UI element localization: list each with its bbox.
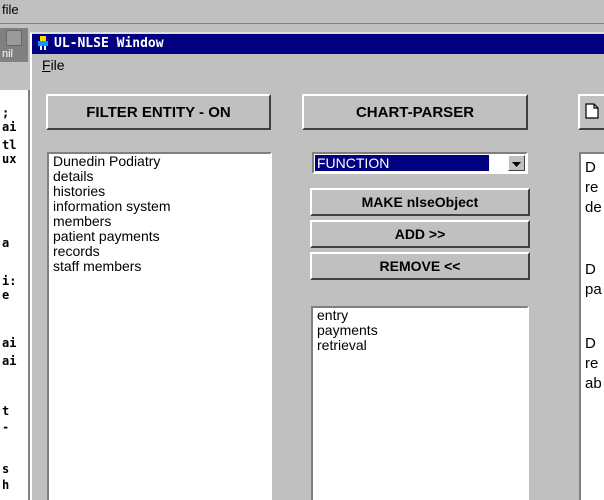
background-menubar: file <box>0 0 604 24</box>
chart-parser-button[interactable]: CHART-PARSER <box>302 94 528 130</box>
menu-file-mnemonic: F <box>42 57 51 73</box>
list-item[interactable]: records <box>53 244 270 259</box>
list-item[interactable]: payments <box>317 323 527 338</box>
menu-file-label: ile <box>50 57 65 73</box>
menu-file[interactable]: File <box>42 57 65 73</box>
background-text-fragment: t <box>2 404 10 418</box>
window-title: UL-NLSE Window <box>54 36 164 51</box>
list-item[interactable]: patient payments <box>53 229 270 244</box>
description-line: pa <box>585 281 602 298</box>
description-line: D <box>585 261 596 278</box>
title-bar[interactable]: UL-NLSE Window <box>32 34 604 54</box>
background-text-fragment: a <box>2 236 10 250</box>
description-line: D <box>585 335 596 352</box>
background-tab-icon[interactable] <box>6 30 22 46</box>
background-text-fragment: ; <box>2 106 10 120</box>
background-text-fragment: e <box>2 288 10 302</box>
list-item[interactable]: histories <box>53 184 270 199</box>
description-paragraph: D re de <box>585 158 604 218</box>
description-panel[interactable]: D re de D pa D re ab <box>579 152 604 500</box>
list-item[interactable]: Dunedin Podiatry <box>53 154 270 169</box>
list-item[interactable]: details <box>53 169 270 184</box>
list-item[interactable]: staff members <box>53 259 270 274</box>
document-icon <box>585 102 599 122</box>
app-icon[interactable] <box>36 36 50 50</box>
nlse-window: UL-NLSE Window File FILTER ENTITY - ON C… <box>30 32 604 500</box>
list-item[interactable]: information system <box>53 199 270 214</box>
description-line: ab <box>585 375 602 392</box>
description-line: D <box>585 159 596 176</box>
entity-list[interactable]: Dunedin Podiatry details histories infor… <box>47 152 272 500</box>
description-line: re <box>585 355 599 372</box>
document-button[interactable] <box>578 94 604 130</box>
background-text-fragment: s <box>2 462 10 476</box>
background-text-fragment: i: <box>2 274 17 288</box>
chevron-down-icon <box>512 155 521 171</box>
remove-button[interactable]: REMOVE << <box>310 252 530 280</box>
list-item[interactable]: entry <box>317 308 527 323</box>
filter-entity-button[interactable]: FILTER ENTITY - ON <box>46 94 271 130</box>
background-text-fragment: ai <box>2 336 17 350</box>
description-paragraph: D pa <box>585 260 604 300</box>
background-text-fragment: tl <box>2 138 17 152</box>
function-select-value[interactable]: FUNCTION <box>314 154 490 172</box>
background-text-fragment: ux <box>2 152 17 166</box>
background-text-fragment: - <box>2 420 10 434</box>
function-select-dropdown-button[interactable] <box>508 155 525 171</box>
function-select[interactable]: FUNCTION <box>312 152 528 174</box>
description-line: re <box>585 179 599 196</box>
list-item[interactable]: retrieval <box>317 338 527 353</box>
description-paragraph: D re ab <box>585 334 604 394</box>
background-text-fragment: ai <box>2 354 17 368</box>
background-menu-file[interactable]: file <box>2 2 19 17</box>
make-nlse-object-button[interactable]: MAKE nlseObject <box>310 188 530 216</box>
add-button[interactable]: ADD >> <box>310 220 530 248</box>
list-item[interactable]: members <box>53 214 270 229</box>
background-tab-label[interactable]: nil <box>2 48 28 60</box>
background-text-fragment: ai <box>2 120 17 134</box>
background-text-panel: ; ai tl ux a i: e ai ai t - s h <box>0 90 30 500</box>
menu-bar: File <box>32 54 604 76</box>
description-line: de <box>585 199 602 216</box>
background-text-fragment: h <box>2 478 10 492</box>
slots-list[interactable]: entry payments retrieval <box>311 306 529 500</box>
